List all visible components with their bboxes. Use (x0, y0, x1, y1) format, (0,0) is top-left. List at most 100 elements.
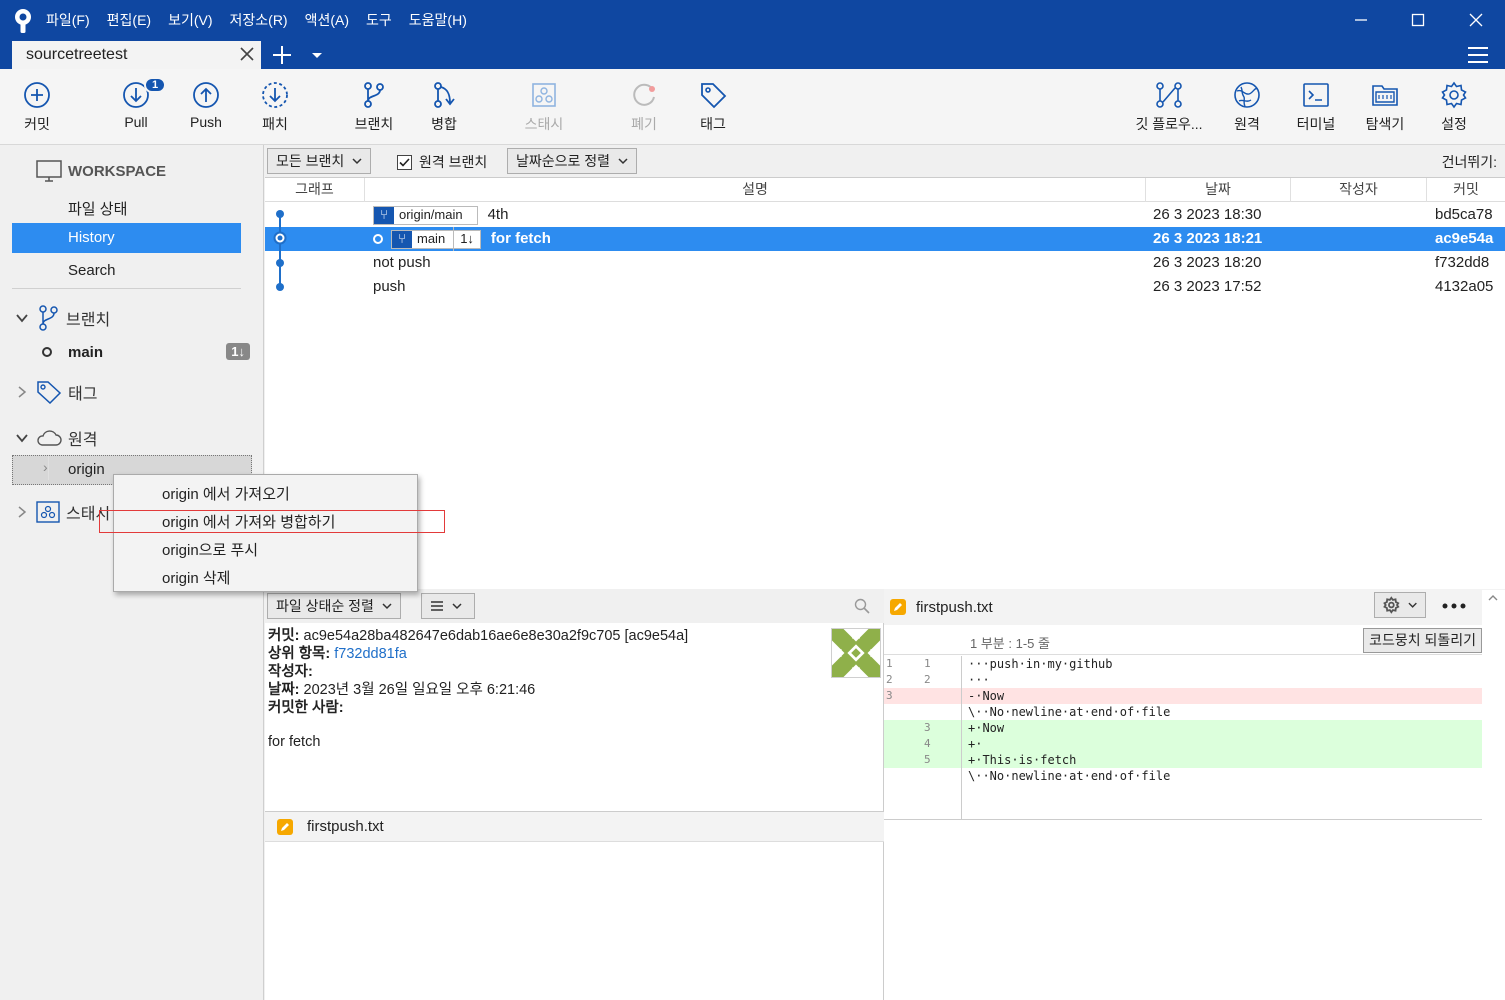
branch-filter-dropdown[interactable]: 모든 브랜치 (267, 148, 372, 174)
column-header-description[interactable]: 설명 (365, 178, 1146, 202)
sidebar-item-history[interactable]: History (12, 223, 241, 253)
settings-button[interactable]: 설정 (1419, 69, 1489, 145)
menu-edit[interactable]: 편집(E) (107, 10, 151, 30)
menu-file[interactable]: 파일(F) (46, 10, 90, 30)
commit-date: 26 3 2023 17:52 (1153, 278, 1262, 295)
column-header-graph[interactable]: 그래프 (265, 178, 365, 202)
menu-item-delete-origin[interactable]: origin 삭제 (162, 567, 230, 588)
hamburger-menu-icon[interactable] (1466, 45, 1490, 65)
tag-button[interactable]: 태그 (678, 69, 748, 145)
scroll-up-icon[interactable] (1488, 594, 1498, 602)
patch-icon (262, 82, 288, 108)
minimize-button[interactable] (1331, 0, 1391, 40)
git-flow-button[interactable]: 깃 플로우... (1126, 69, 1212, 145)
diff-line-context: \··No·newline·at·end·of·file (884, 768, 1482, 784)
sidebar-branch-main[interactable]: main 1↓ (42, 342, 250, 362)
sidebar-item-search[interactable]: Search (68, 262, 116, 279)
commit-row[interactable]: not push 26 3 2023 18:20 f732dd8 (265, 251, 1505, 275)
commit-row-selected[interactable]: ⑂ main 1↓ for fetch 26 3 2023 18:21 ac9e54a (265, 227, 1505, 252)
gear-icon (1441, 81, 1467, 109)
changed-file-item[interactable]: firstpush.txt (265, 812, 884, 842)
graph-node (276, 259, 284, 267)
tab-sourcetreetest[interactable]: sourcetreetest (12, 41, 261, 69)
globe-icon (1234, 82, 1260, 108)
pull-label: Pull (124, 114, 148, 130)
behind-count-badge: 1↓ (226, 343, 250, 360)
menu-help[interactable]: 도움말(H) (409, 10, 467, 30)
diff-scrollbar[interactable] (1482, 590, 1505, 1000)
menu-actions[interactable]: 액션(A) (305, 10, 349, 30)
column-header-author[interactable]: 작성자 (1291, 178, 1427, 202)
diff-line-text: \··No·newline·at·end·of·file (968, 705, 1171, 719)
close-tab-icon[interactable] (239, 46, 255, 62)
close-window-button[interactable] (1446, 0, 1505, 40)
diff-file-header: firstpush.txt (884, 589, 1505, 625)
remote-branches-checkbox[interactable]: 원격 브랜치 (397, 152, 487, 172)
add-tab-icon[interactable] (268, 41, 296, 69)
search-icon[interactable] (854, 598, 870, 614)
discard-hunk-button[interactable]: 코드뭉치 되돌리기 (1363, 628, 1482, 653)
remote-branches-label: 원격 브랜치 (419, 154, 488, 170)
branch-label: 브랜치 (354, 116, 394, 132)
view-mode-dropdown[interactable] (421, 593, 475, 619)
push-button[interactable]: Push (171, 69, 241, 145)
title-bar: 파일(F) 편집(E) 보기(V) 저장소(R) 액션(A) 도구 도움말(H) (0, 0, 1505, 40)
push-icon (193, 82, 219, 108)
parent-commit-link[interactable]: f732dd81fa (334, 646, 407, 662)
sidebar-section-remotes[interactable]: 원격 (14, 426, 97, 450)
menu-repository[interactable]: 저장소(R) (230, 10, 288, 30)
committer-label: 커밋한 사람: (268, 700, 344, 716)
chevron-right-icon (18, 386, 27, 398)
commit-hash-label: 커밋: (268, 628, 300, 644)
sidebar-section-tags[interactable]: 태그 (14, 380, 97, 404)
menu-bar: 파일(F) 편집(E) 보기(V) 저장소(R) 액션(A) 도구 도움말(H) (46, 0, 484, 40)
cloud-icon (37, 430, 62, 446)
diff-options-dropdown[interactable] (1374, 592, 1426, 618)
tab-title: sourcetreetest (26, 46, 128, 63)
sort-order-dropdown[interactable]: 날짜순으로 정렬 (507, 148, 638, 174)
menu-item-push-origin[interactable]: origin으로 푸시 (162, 539, 258, 560)
stash-button[interactable]: 스태시 (509, 69, 579, 145)
history-filter-bar: 모든 브랜치 원격 브랜치 날짜순으로 정렬 건너뛰기: (265, 145, 1505, 177)
workspace-label: WORKSPACE (68, 162, 167, 180)
git-flow-label: 깃 플로우... (1135, 116, 1203, 132)
push-label: Push (190, 114, 222, 130)
menu-view[interactable]: 보기(V) (168, 10, 212, 30)
chevron-down-icon (1408, 602, 1417, 608)
commit-row[interactable]: ⑂ origin/main 4th 26 3 2023 18:30 bd5ca78 (265, 203, 1505, 227)
stash-label: 스태시 (524, 116, 564, 132)
sidebar-section-stashes[interactable]: 스태시 (14, 500, 110, 524)
chevron-down-icon (16, 314, 28, 323)
branch-button[interactable]: 브랜치 (339, 69, 409, 145)
diff-line-added: 3 +·Now (884, 720, 1482, 736)
maximize-button[interactable] (1388, 0, 1448, 40)
sidebar-section-branches[interactable]: 브랜치 (14, 305, 110, 331)
explorer-button[interactable]: 탐색기 (1350, 69, 1420, 145)
terminal-button[interactable]: 터미널 (1281, 69, 1351, 145)
pull-button[interactable]: 1 Pull (101, 69, 171, 145)
commit-hash-line: 커밋: ac9e54a28ba482647e6dab16ae6e8e30a2f9… (268, 627, 828, 645)
folder-icon (1372, 85, 1398, 106)
file-sort-dropdown[interactable]: 파일 상태순 정렬 (267, 593, 401, 619)
patch-button[interactable]: 패치 (240, 69, 310, 145)
commit-button[interactable]: 커밋 (2, 69, 72, 145)
ref-name: origin/main (399, 207, 463, 223)
menu-tools[interactable]: 도구 (366, 10, 392, 30)
chevron-down-icon (618, 158, 628, 165)
column-header-date[interactable]: 날짜 (1146, 178, 1291, 202)
more-options-icon[interactable] (1442, 603, 1466, 609)
tab-dropdown-icon[interactable] (309, 48, 325, 62)
commit-hash: bd5ca78 (1435, 206, 1493, 223)
remote-button[interactable]: 원격 (1212, 69, 1282, 145)
sourcetree-window: 파일(F) 편집(E) 보기(V) 저장소(R) 액션(A) 도구 도움말(H)… (0, 0, 1505, 1000)
commit-row[interactable]: push 26 3 2023 17:52 4132a05 (265, 275, 1505, 299)
merge-button[interactable]: 병합 (409, 69, 479, 145)
sidebar-item-file-status[interactable]: 파일 상태 (68, 198, 127, 219)
hunk-range: 1 부분 : 1-5 줄 (970, 636, 1050, 651)
column-header-commit[interactable]: 커밋 (1427, 178, 1505, 202)
discard-button[interactable]: 폐기 (609, 69, 679, 145)
diff-hunk-header: 1 부분 : 1-5 줄 코드뭉치 되돌리기 (884, 627, 1482, 655)
commit-message-body: for fetch (268, 734, 321, 750)
commit-hash: f732dd8 (1435, 254, 1490, 271)
menu-item-fetch-origin[interactable]: origin 에서 가져오기 (162, 483, 290, 504)
